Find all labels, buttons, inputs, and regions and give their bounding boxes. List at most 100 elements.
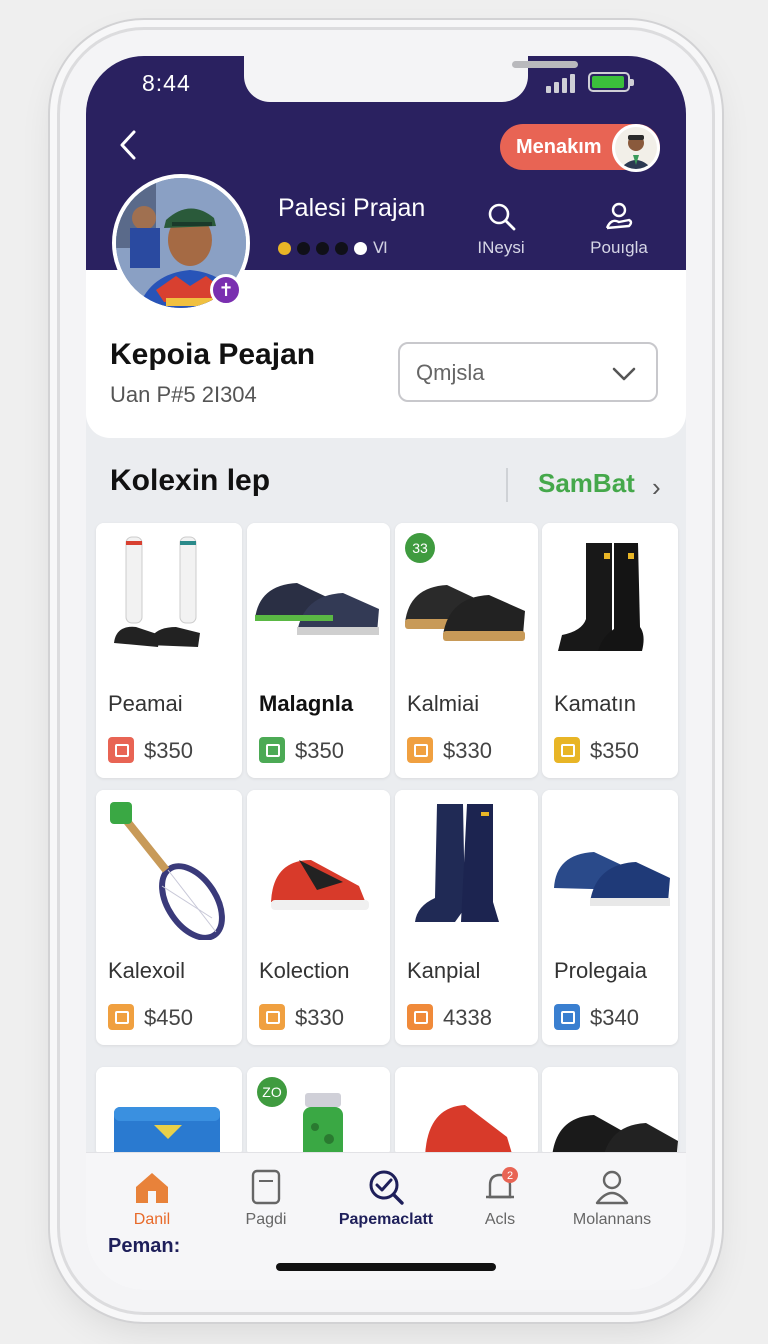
verified-badge: ✝	[210, 274, 242, 306]
product-image	[542, 790, 678, 940]
nav-item-pages[interactable]: Pagdi	[206, 1167, 326, 1229]
price-tag-icon	[554, 737, 580, 763]
nav-item-profile-label: Molannans	[572, 1211, 652, 1228]
price-tag-icon	[259, 1004, 285, 1030]
product-badge: ZO	[257, 1077, 287, 1107]
app-screen: 8:44 Menakım Palesi Prajan Ⅵ INeysi Pouı…	[86, 56, 686, 1290]
product-card[interactable]: Peamai $350	[96, 523, 242, 778]
product-image	[542, 523, 678, 673]
small-avatar	[612, 124, 660, 172]
product-name: Kolection	[259, 958, 350, 983]
battery-icon	[588, 72, 634, 92]
bottom-footer-label: Peman:	[108, 1235, 181, 1257]
product-card[interactable]: Kalexoil $450	[96, 790, 242, 1045]
product-card[interactable]: Prolegaia $340	[542, 790, 678, 1045]
home-indicator	[276, 1263, 496, 1271]
product-card[interactable]: ZO	[247, 1067, 390, 1157]
price-tag-icon	[108, 737, 134, 763]
header-nav-profile-label: Pouıgla	[590, 238, 648, 257]
chevron-left-icon	[120, 130, 136, 160]
chevron-right-icon[interactable]: ›	[652, 472, 661, 503]
bell-icon: 2	[486, 1167, 518, 1199]
product-badge: 33	[405, 533, 435, 563]
product-price: $350	[295, 738, 344, 763]
category-select[interactable]: Qmjsla	[398, 342, 658, 402]
product-card[interactable]	[395, 1067, 538, 1157]
header-action-label: Menakım	[516, 136, 602, 158]
product-name: Malagnla	[259, 691, 354, 716]
profile-name: Palesi Prajan	[278, 194, 426, 222]
rating-dots: Ⅵ	[278, 238, 388, 257]
see-all-link[interactable]: SamBat	[538, 468, 635, 499]
price-tag-icon	[259, 737, 285, 763]
product-image	[96, 523, 242, 673]
search-check-icon	[369, 1170, 404, 1205]
rating-symbol: Ⅵ	[373, 240, 388, 257]
rating-dot	[316, 241, 329, 255]
section-title: Kolexin lep	[110, 464, 271, 497]
header-nav-search[interactable]: INeysi	[456, 200, 546, 258]
product-price-row: 4338	[407, 1004, 492, 1031]
category-select-value: Qmjsla	[416, 360, 485, 385]
notification-count: 2	[507, 1170, 513, 1182]
product-name: Kamatın	[554, 691, 636, 716]
product-image	[247, 790, 390, 940]
nav-item-alerts[interactable]: 2 Acls	[440, 1167, 560, 1229]
product-card[interactable]	[542, 1067, 678, 1157]
product-price: $340	[590, 1005, 639, 1030]
product-card[interactable]: Kolection $330	[247, 790, 390, 1045]
nav-item-profile[interactable]: Molannans	[552, 1167, 672, 1229]
chevron-down-icon	[612, 367, 636, 381]
product-price: $350	[590, 738, 639, 763]
user-hand-icon	[605, 202, 633, 230]
nav-item-explore[interactable]: Papemaclatt	[326, 1167, 446, 1229]
product-image	[395, 1067, 538, 1157]
product-price-row: $350	[259, 737, 344, 764]
profile-icon	[595, 1170, 629, 1205]
section-divider	[506, 468, 508, 502]
product-card[interactable]: Kanpial 4338	[395, 790, 538, 1045]
product-card[interactable]: 33 Kalmiai $330	[395, 523, 538, 778]
product-image	[542, 1067, 678, 1157]
product-price-row: $350	[108, 737, 193, 764]
product-name: Peamai	[108, 691, 183, 716]
product-price: $330	[295, 1005, 344, 1030]
profile-id: Uan P#5 2I304	[110, 382, 257, 407]
product-image	[96, 1067, 242, 1157]
product-image	[247, 523, 390, 673]
rating-dot	[297, 241, 310, 255]
product-price: $350	[144, 738, 193, 763]
status-time: 8:44	[142, 70, 191, 96]
product-price-row: $330	[259, 1004, 344, 1031]
back-button[interactable]	[116, 128, 140, 162]
rating-dot	[354, 241, 367, 255]
product-name: Kalmiai	[407, 691, 480, 716]
search-icon	[488, 203, 516, 231]
header-action-button[interactable]: Menakım	[500, 124, 660, 172]
product-price-row: $330	[407, 737, 492, 764]
rating-dot	[278, 241, 291, 255]
price-tag-icon	[407, 737, 433, 763]
price-tag-icon	[554, 1004, 580, 1030]
product-price: 4338	[443, 1005, 492, 1030]
nav-item-home[interactable]: Danil	[92, 1167, 212, 1229]
nav-item-alerts-label: Acls	[484, 1211, 516, 1228]
product-price-row: $340	[554, 1004, 639, 1031]
product-card[interactable]: Kamatın $350	[542, 523, 678, 778]
product-price-row: $350	[554, 737, 639, 764]
document-icon	[251, 1169, 281, 1205]
nav-item-home-label: Danil	[133, 1211, 171, 1228]
product-image	[395, 790, 538, 940]
notch	[244, 56, 578, 102]
product-name: Kanpial	[407, 958, 481, 983]
signal-icon	[546, 73, 576, 93]
nav-item-explore-label: Papemaclatt	[338, 1211, 434, 1228]
product-price: $330	[443, 738, 492, 763]
product-name: Kalexoil	[108, 958, 186, 983]
rating-dot	[335, 241, 348, 255]
product-price-row: $450	[108, 1004, 193, 1031]
header-nav-profile[interactable]: Pouıgla	[574, 200, 664, 258]
product-card[interactable]: Malagnla $350	[247, 523, 390, 778]
product-card[interactable]	[96, 1067, 242, 1157]
product-price: $450	[144, 1005, 193, 1030]
